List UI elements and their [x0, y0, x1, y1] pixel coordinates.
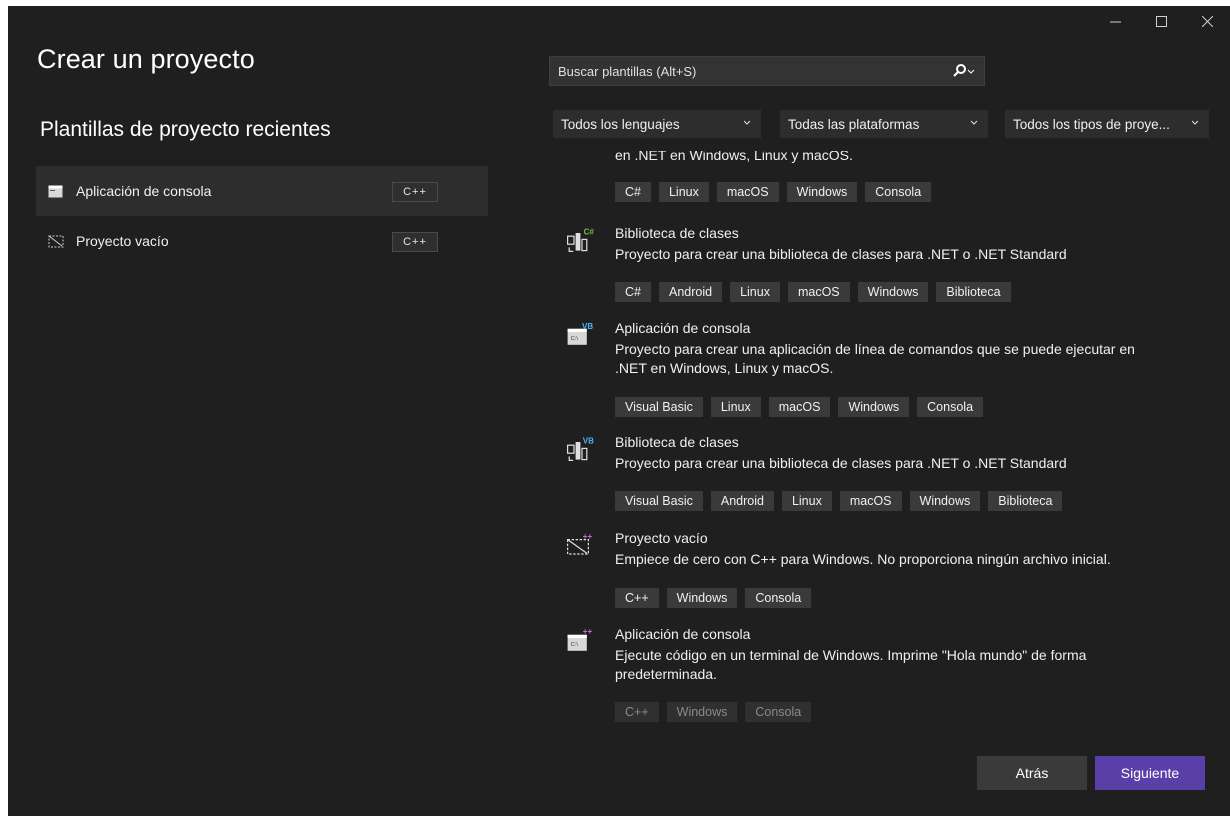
template-description-text: en .NET en Windows, Linux y macOS. — [615, 151, 853, 163]
tag: Biblioteca — [988, 491, 1063, 511]
template-tags: Visual Basic Android Linux macOS Windows… — [615, 491, 1063, 511]
create-project-window: Crear un proyecto Plantillas de proyecto… — [8, 6, 1230, 816]
chevron-down-icon — [1191, 120, 1199, 125]
empty-project-icon — [48, 234, 64, 248]
template-tags: C# Android Linux macOS Windows Bibliotec… — [615, 282, 1011, 302]
tag: Consola — [745, 588, 812, 608]
template-description: Proyecto para crear una biblioteca de cl… — [615, 246, 1067, 262]
tag: C++ — [615, 702, 659, 722]
tag: macOS — [768, 397, 831, 417]
console-app-icon: C:\ VB — [567, 322, 593, 345]
recent-templates-list: Aplicación de consola C++ Proyecto vacío… — [36, 166, 488, 266]
console-app-icon — [48, 184, 64, 198]
tag: Windows — [666, 588, 738, 608]
maximize-icon — [1155, 15, 1167, 27]
chevron-down-icon — [970, 120, 978, 125]
tag: Linux — [710, 397, 761, 417]
template-title: Aplicación de consola — [615, 626, 751, 642]
tag: C++ — [615, 588, 659, 608]
tag: macOS — [839, 491, 902, 511]
template-badge: ++ — [583, 627, 593, 636]
tag: Windows — [786, 182, 858, 202]
platform-filter-value: Todas las plataformas — [788, 116, 920, 132]
close-button[interactable] — [1184, 6, 1230, 36]
platform-filter-dropdown[interactable]: Todas las plataformas — [780, 110, 988, 138]
template-list: en .NET en Windows, Linux y macOS. C# Li… — [558, 146, 1230, 726]
tag: Visual Basic — [615, 397, 703, 417]
template-tags: C++ Windows Consola — [615, 588, 812, 608]
class-library-icon: VB — [567, 437, 594, 461]
tag: Windows — [857, 282, 929, 302]
template-badge: VB — [583, 437, 594, 446]
maximize-button[interactable] — [1138, 6, 1184, 36]
tag: Consola — [917, 397, 984, 417]
template-title: Proyecto vacío — [615, 530, 708, 546]
tag: Consola — [865, 182, 932, 202]
page-title: Crear un proyecto — [37, 44, 255, 74]
template-tags: C++ Windows Consola — [615, 702, 812, 722]
minimize-button[interactable] — [1092, 6, 1138, 36]
close-icon — [1201, 15, 1213, 27]
tag: Windows — [666, 702, 738, 722]
language-filter-dropdown[interactable]: Todos los lenguajes — [553, 110, 761, 138]
template-title: Biblioteca de clases — [615, 434, 739, 450]
tag: Android — [710, 491, 774, 511]
template-description: Proyecto para crear una biblioteca de cl… — [615, 455, 1067, 471]
minimize-icon — [1109, 21, 1121, 22]
tag: Biblioteca — [936, 282, 1011, 302]
search-icon — [953, 64, 975, 77]
class-library-icon: C# — [567, 228, 595, 252]
tag: Consola — [745, 702, 812, 722]
tag: macOS — [787, 282, 850, 302]
template-title: Biblioteca de clases — [615, 225, 739, 241]
tag: Linux — [781, 491, 832, 511]
template-badge: C# — [584, 228, 595, 237]
empty-project-icon: ++ — [567, 532, 593, 555]
recent-item-label: Aplicación de consola — [76, 183, 212, 199]
template-description: Ejecute código en un terminal de Windows… — [615, 647, 1087, 682]
template-title: Aplicación de consola — [615, 320, 751, 336]
recent-item-empty-project[interactable]: Proyecto vacío C++ — [36, 216, 488, 266]
template-badge: ++ — [583, 532, 593, 541]
tag: Linux — [658, 182, 709, 202]
tag: C# — [615, 282, 651, 302]
recent-item-console-app[interactable]: Aplicación de consola C++ — [36, 166, 488, 216]
console-app-icon: C:\ ++ — [567, 627, 593, 651]
tag: C# — [615, 182, 651, 202]
language-badge: C++ — [392, 232, 438, 252]
template-description: en .NET en Windows, Linux y macOS. — [615, 151, 1155, 165]
tag: Windows — [909, 491, 981, 511]
next-button[interactable]: Siguiente — [1095, 756, 1205, 790]
tag: macOS — [716, 182, 779, 202]
svg-text:C:\: C:\ — [571, 642, 579, 648]
template-search-input[interactable] — [550, 56, 944, 86]
window-controls — [1092, 6, 1230, 36]
template-search-box — [549, 56, 985, 86]
tag: Windows — [838, 397, 910, 417]
recent-item-label: Proyecto vacío — [76, 233, 169, 249]
language-badge: C++ — [392, 182, 438, 202]
project-type-filter-value: Todos los tipos de proye... — [1013, 116, 1170, 132]
template-tags: Visual Basic Linux macOS Windows Consola — [615, 397, 984, 417]
chevron-down-icon — [743, 120, 751, 125]
template-description: Proyecto para crear una aplicación de lí… — [615, 341, 1135, 376]
tag: Visual Basic — [615, 491, 703, 511]
back-button[interactable]: Atrás — [977, 756, 1087, 790]
template-tags: C# Linux macOS Windows Consola — [615, 182, 932, 202]
template-description: Empiece de cero con C++ para Windows. No… — [615, 551, 1111, 567]
recent-templates-heading: Plantillas de proyecto recientes — [40, 118, 331, 141]
tag: Linux — [730, 282, 780, 302]
tag: Android — [658, 282, 723, 302]
language-filter-value: Todos los lenguajes — [561, 116, 680, 132]
svg-text:C:\: C:\ — [571, 336, 579, 342]
search-button[interactable] — [944, 57, 984, 85]
template-badge: VB — [582, 322, 593, 331]
project-type-filter-dropdown[interactable]: Todos los tipos de proye... — [1005, 110, 1209, 138]
